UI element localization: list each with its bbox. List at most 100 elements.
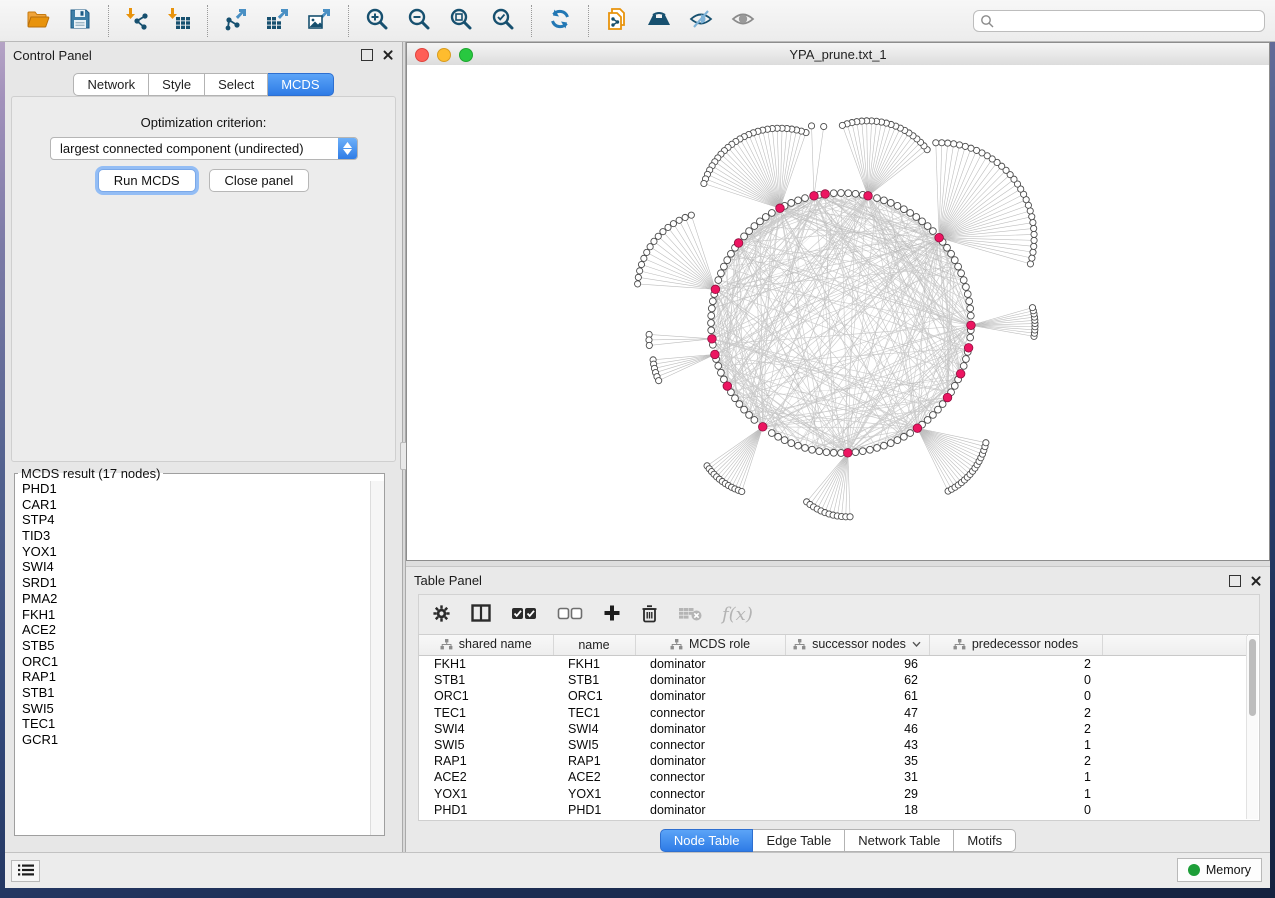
table-cell[interactable]: 2 [929, 705, 1102, 721]
table-cell[interactable]: 2 [929, 753, 1102, 769]
mcds-result-item[interactable]: STB5 [15, 638, 371, 654]
delete-columns-button[interactable] [641, 604, 658, 626]
table-cell[interactable]: 96 [785, 656, 929, 673]
table-cell[interactable]: ORC1 [419, 688, 553, 704]
tab-mcds[interactable]: MCDS [268, 73, 333, 96]
col-predecessor-nodes[interactable]: predecessor nodes [929, 635, 1102, 656]
window-minimize-icon[interactable] [437, 48, 451, 62]
table-cell[interactable]: ACE2 [553, 769, 635, 785]
save-session-button[interactable] [62, 5, 98, 37]
table-cell[interactable]: FKH1 [419, 656, 553, 673]
table-cell[interactable]: 18 [785, 802, 929, 818]
tab-select[interactable]: Select [205, 73, 268, 96]
tab-network-table[interactable]: Network Table [845, 829, 954, 852]
table-cell[interactable]: dominator [635, 688, 785, 704]
table-cell[interactable]: 47 [785, 705, 929, 721]
table-row[interactable]: STB1STB1dominator620 [419, 672, 1248, 688]
first-neighbors-button[interactable] [641, 5, 677, 37]
delete-table-button[interactable] [678, 605, 702, 624]
table-scrollbar-thumb[interactable] [1249, 639, 1256, 716]
mcds-result-item[interactable]: YOX1 [15, 544, 371, 560]
table-cell[interactable]: ACE2 [419, 769, 553, 785]
table-cell[interactable]: TEC1 [419, 705, 553, 721]
col-mcds-role[interactable]: MCDS role [635, 635, 785, 656]
tab-node-table[interactable]: Node Table [660, 829, 754, 852]
window-close-icon[interactable] [415, 48, 429, 62]
mcds-result-item[interactable]: SRD1 [15, 575, 371, 591]
table-cell[interactable]: 1 [929, 786, 1102, 802]
table-row[interactable]: PHD1PHD1dominator180 [419, 802, 1248, 818]
zoom-selected-button[interactable] [485, 5, 521, 37]
deselect-all-rows-button[interactable] [557, 607, 583, 623]
zoom-out-button[interactable] [401, 5, 437, 37]
table-cell[interactable]: 1 [929, 769, 1102, 785]
table-cell[interactable]: YOX1 [419, 786, 553, 802]
table-cell[interactable]: FKH1 [553, 656, 635, 673]
table-cell[interactable]: connector [635, 786, 785, 802]
mcds-result-item[interactable]: SWI4 [15, 559, 371, 575]
table-cell[interactable]: 62 [785, 672, 929, 688]
zoom-in-button[interactable] [359, 5, 395, 37]
table-cell[interactable]: TEC1 [553, 705, 635, 721]
table-cell[interactable]: 31 [785, 769, 929, 785]
mcds-result-list[interactable]: PHD1CAR1STP4TID3YOX1SWI4SRD1PMA2FKH1ACE2… [15, 481, 371, 835]
table-cell[interactable]: 46 [785, 721, 929, 737]
table-cell[interactable]: connector [635, 737, 785, 753]
table-cell[interactable]: 35 [785, 753, 929, 769]
table-cell[interactable]: 0 [929, 802, 1102, 818]
table-cell[interactable]: STB1 [419, 672, 553, 688]
mcds-list-scrollbar[interactable] [370, 481, 384, 835]
task-history-button[interactable] [11, 860, 40, 882]
table-row[interactable]: ORC1ORC1dominator610 [419, 688, 1248, 704]
table-cell[interactable]: dominator [635, 802, 785, 818]
open-session-button[interactable] [20, 5, 56, 37]
table-row[interactable]: RAP1RAP1dominator352 [419, 753, 1248, 769]
close-panel-icon[interactable] [382, 49, 394, 61]
col-successor-nodes[interactable]: successor nodes [785, 635, 929, 656]
add-column-button[interactable] [603, 604, 621, 625]
table-row[interactable]: FKH1FKH1dominator962 [419, 656, 1248, 673]
mcds-result-item[interactable]: SWI5 [15, 701, 371, 717]
search-input[interactable] [973, 10, 1265, 32]
col-shared-name[interactable]: shared name [419, 635, 553, 656]
table-cell[interactable]: connector [635, 705, 785, 721]
mcds-result-item[interactable]: FKH1 [15, 607, 371, 623]
mcds-result-item[interactable]: CAR1 [15, 497, 371, 513]
tab-edge-table[interactable]: Edge Table [753, 829, 845, 852]
table-cell[interactable]: dominator [635, 656, 785, 673]
table-cell[interactable]: dominator [635, 672, 785, 688]
table-cell[interactable]: 29 [785, 786, 929, 802]
table-cell[interactable]: PHD1 [419, 802, 553, 818]
table-row[interactable]: TEC1TEC1connector472 [419, 705, 1248, 721]
export-image-button[interactable] [302, 5, 338, 37]
table-cell[interactable]: connector [635, 769, 785, 785]
mcds-result-item[interactable]: RAP1 [15, 669, 371, 685]
table-cell[interactable]: dominator [635, 753, 785, 769]
network-canvas[interactable] [407, 65, 1269, 560]
tab-style[interactable]: Style [149, 73, 205, 96]
col-name[interactable]: name [553, 635, 635, 656]
select-all-rows-button[interactable] [511, 607, 537, 623]
export-network-button[interactable] [218, 5, 254, 37]
table-cell[interactable]: 1 [929, 737, 1102, 753]
mcds-result-item[interactable]: ORC1 [15, 654, 371, 670]
criterion-select[interactable]: largest connected component (undirected) [50, 137, 358, 160]
hide-selected-button[interactable] [683, 5, 719, 37]
apply-layout-button[interactable] [542, 5, 578, 37]
table-row[interactable]: SWI5SWI5connector431 [419, 737, 1248, 753]
table-cell[interactable]: 2 [929, 721, 1102, 737]
function-builder-button[interactable]: f(x) [722, 604, 753, 625]
table-cell[interactable]: 2 [929, 656, 1102, 673]
run-mcds-button[interactable]: Run MCDS [98, 169, 196, 192]
close-panel-button[interactable]: Close panel [209, 169, 310, 192]
close-table-panel-icon[interactable] [1250, 575, 1262, 587]
table-cell[interactable]: RAP1 [553, 753, 635, 769]
table-split-view-button[interactable] [471, 604, 491, 625]
table-cell[interactable]: dominator [635, 721, 785, 737]
float-panel-icon[interactable] [361, 49, 373, 61]
table-settings-button[interactable] [432, 604, 451, 626]
network-graph[interactable] [407, 65, 1269, 560]
table-cell[interactable]: PHD1 [553, 802, 635, 818]
mcds-result-item[interactable]: STP4 [15, 512, 371, 528]
table-cell[interactable]: 61 [785, 688, 929, 704]
